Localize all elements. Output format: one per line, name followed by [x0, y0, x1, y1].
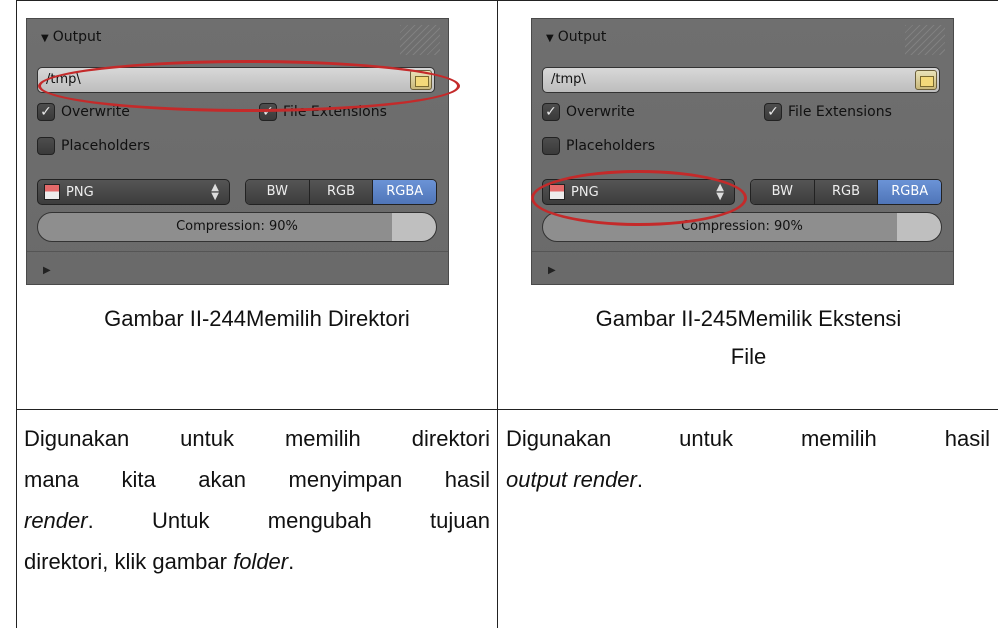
- panel-drag-handle[interactable]: [400, 25, 440, 55]
- file-format-dropdown[interactable]: PNG ▲ ▼: [37, 179, 230, 205]
- collapse-triangle-icon: ▶: [548, 265, 556, 276]
- table-border-middle: [497, 0, 498, 628]
- caption-right-line2: File: [730, 344, 767, 369]
- image-format-icon: [44, 184, 60, 200]
- checkbox-overwrite[interactable]: ✓ Overwrite: [542, 103, 635, 121]
- description-left-line1: Digunakan untuk memilih direktori: [24, 426, 490, 451]
- panel-header-label: Output: [557, 29, 607, 45]
- description-left: Digunakan untuk memilih direktori mana k…: [24, 418, 490, 582]
- color-mode-rgb[interactable]: RGB: [308, 180, 373, 204]
- color-mode-bw[interactable]: BW: [246, 180, 309, 204]
- check-icon: ✓: [37, 103, 55, 121]
- term-render: render: [24, 508, 88, 533]
- checkbox-label: Overwrite: [566, 104, 635, 120]
- description-left-line4: direktori, klik gambar folder.: [24, 541, 490, 582]
- panel-divider: [27, 251, 448, 252]
- description-right-line2-end: .: [636, 467, 643, 492]
- collapse-triangle-icon: ▼: [546, 33, 554, 44]
- color-mode-selector: BW RGB RGBA: [245, 179, 437, 205]
- checkbox-placeholders[interactable]: Placeholders: [37, 137, 150, 155]
- caption-right-line1: Gambar II-245Memilik Ekstensi: [595, 306, 902, 331]
- checkbox-label: Placeholders: [566, 138, 656, 154]
- checkbox-box: [37, 137, 55, 155]
- description-right-line2: output render.: [506, 459, 990, 500]
- table-row-divider: [16, 409, 998, 410]
- description-right: Digunakan untuk memilih hasil output ren…: [506, 418, 990, 500]
- panel-divider: [532, 251, 953, 252]
- panel-header[interactable]: ▼ Output: [41, 29, 101, 45]
- dropdown-arrows-icon: ▲ ▼: [211, 182, 219, 202]
- folder-icon[interactable]: [915, 70, 937, 90]
- output-path-value: /tmp\: [551, 72, 586, 87]
- panel-header[interactable]: ▼ Output: [546, 29, 606, 45]
- description-left-line3: render. Untuk mengubah tujuan: [24, 500, 490, 541]
- file-format-value: PNG: [66, 184, 94, 200]
- table-border-left: [16, 0, 17, 628]
- description-left-line3-rest: . Untuk mengubah tujuan: [87, 508, 490, 533]
- highlight-oval-path: [38, 60, 460, 112]
- check-icon: ✓: [764, 103, 782, 121]
- highlight-oval-format: [531, 170, 747, 226]
- checkbox-label: Placeholders: [61, 138, 151, 154]
- collapse-triangle-icon: ▼: [41, 33, 49, 44]
- figure-caption-left: Gambar II-244Memilih Direktori: [18, 300, 496, 338]
- description-right-line1: Digunakan untuk memilih hasil: [506, 426, 990, 451]
- checkbox-box: [542, 137, 560, 155]
- term-output-render: output render: [506, 467, 637, 492]
- output-path-field[interactable]: /tmp\: [542, 67, 940, 93]
- panel-drag-handle[interactable]: [905, 25, 945, 55]
- description-left-line4-start: direktori, klik gambar: [24, 549, 234, 574]
- description-left-line4-end: .: [288, 549, 295, 574]
- checkbox-label: File Extensions: [788, 104, 892, 120]
- collapse-triangle-icon: ▶: [43, 265, 51, 276]
- check-icon: ✓: [542, 103, 560, 121]
- output-panel-left: ▼ Output /tmp\ ✓ Overwrite ✓ File Extension…: [26, 18, 449, 285]
- figure-caption-right: Gambar II-245Memilik Ekstensi File: [499, 300, 998, 376]
- output-panel-right: ▼ Output /tmp\ ✓ Overwrite ✓ File Extension…: [531, 18, 954, 285]
- color-mode-bw[interactable]: BW: [751, 180, 814, 204]
- color-mode-rgba[interactable]: RGBA: [372, 180, 436, 204]
- color-mode-rgb[interactable]: RGB: [813, 180, 878, 204]
- color-mode-selector: BW RGB RGBA: [750, 179, 942, 205]
- checkbox-file-extensions[interactable]: ✓ File Extensions: [764, 103, 892, 121]
- checkbox-placeholders[interactable]: Placeholders: [542, 137, 655, 155]
- description-left-line2: mana kita akan menyimpan hasil: [24, 467, 490, 492]
- table-border-top: [16, 0, 998, 1]
- color-mode-rgba[interactable]: RGBA: [877, 180, 941, 204]
- compression-slider[interactable]: Compression: 90%: [37, 212, 437, 242]
- panel-header-label: Output: [52, 29, 102, 45]
- term-folder: folder: [233, 549, 289, 574]
- caption-left-text: Gambar II-244Memilih Direktori: [104, 306, 410, 331]
